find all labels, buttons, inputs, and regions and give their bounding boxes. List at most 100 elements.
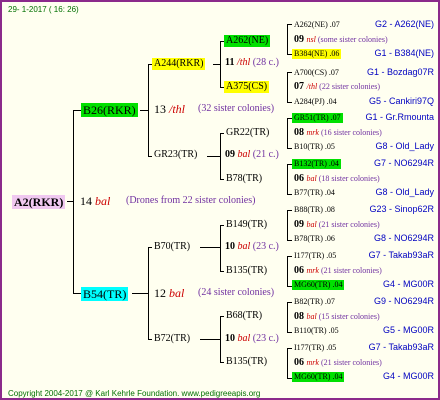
mf-gen: 10 bal (23 c.): [225, 242, 279, 252]
ff-connector: [220, 41, 221, 87]
root-note: (Drones from 22 sister colonies): [126, 195, 256, 206]
header-date: 29- 1-2017 ( 16: 26): [8, 5, 79, 14]
g4-queen[interactable]: B88(TR) .08: [292, 205, 337, 215]
fm-branch: [148, 156, 152, 157]
mf-gen-no: 10: [225, 241, 235, 252]
g4-queen[interactable]: I177(TR) .05: [292, 343, 338, 353]
g4-queen[interactable]: B132(TR) .04: [292, 159, 341, 169]
mf-note: (23 c.): [252, 241, 279, 252]
ff-note: (28 c.): [252, 57, 279, 68]
mother-gen-no: 12: [154, 286, 166, 300]
g4-note: (some sister colonies): [317, 35, 388, 44]
g4-mark: bal: [306, 174, 319, 183]
g4-bracket-8: [287, 348, 288, 378]
g4-note: (22 sister colonies): [319, 82, 381, 91]
father-gen-no: 13: [154, 102, 166, 116]
g3-b149[interactable]: B149(TR): [226, 220, 267, 230]
root-gen: 14 bal: [80, 195, 110, 207]
g3-a375[interactable]: A375(CS): [224, 81, 270, 93]
g4-summary: 09 nsl (some sister colonies): [294, 35, 388, 45]
g3-b135b[interactable]: B135(TR): [226, 357, 267, 367]
g3-b78[interactable]: B78(TR): [226, 174, 262, 184]
g4-mark: mrk: [306, 266, 321, 275]
fm-note: (21 c.): [252, 149, 279, 160]
b149-branch: [220, 225, 224, 226]
root-stub: [67, 201, 74, 202]
g4-origin: G23 - Sinop62R: [369, 204, 434, 214]
g4-queen[interactable]: MG60(TR) .04: [292, 280, 345, 290]
g4-origin: G8 - NO6294R: [373, 233, 434, 243]
g4-mark: /thl: [306, 82, 320, 91]
g4-mark: bal: [306, 220, 319, 229]
g3-gr22[interactable]: GR22(TR): [226, 128, 269, 138]
g3-b135a[interactable]: B135(TR): [226, 266, 267, 276]
g4-queen[interactable]: A700(CS) .07: [292, 68, 341, 78]
root-mark: bal: [95, 194, 111, 208]
g4-gen-no: 07: [294, 81, 307, 92]
g4-bracket-4: [287, 164, 288, 194]
mm-branch: [148, 339, 152, 340]
root-gen-no: 14: [80, 194, 92, 208]
father-queen[interactable]: B26(RKR): [81, 103, 138, 117]
g4-origin: G1 - Gr.Rmounta: [365, 112, 434, 122]
g4-gen-no: 08: [294, 127, 307, 138]
g4-gen-no: 09: [294, 34, 307, 45]
g4-gen-no: 06: [294, 357, 307, 368]
g4-note: (16 sister colonies): [320, 128, 382, 137]
g4-gen-no: 06: [294, 265, 307, 276]
ff-stub: [213, 64, 220, 65]
g4-origin: G4 - MG00R: [382, 371, 434, 381]
g4-gen-no: 08: [294, 311, 307, 322]
mf-branch: [148, 247, 152, 248]
g3-b68[interactable]: B68(TR): [226, 311, 262, 321]
father-note: (32 sister colonies): [198, 103, 275, 114]
g4-origin: G9 - NO6294R: [373, 296, 434, 306]
g4-bracket-5: [287, 210, 288, 240]
g4-origin: G8 - Old_Lady: [375, 187, 434, 197]
mother-gen: 12 bal: [154, 287, 184, 299]
mf-stub: [200, 247, 220, 248]
g4-mark: bal: [306, 312, 319, 321]
fm-connector: [220, 133, 221, 179]
g4-summary: 06 mrk (21 sister colonies): [294, 266, 382, 276]
g4-origin: G5 - MG00R: [382, 325, 434, 335]
g4-queen[interactable]: B78(TR) .06: [292, 234, 337, 244]
mother-mark: bal: [169, 286, 185, 300]
mother-queen[interactable]: B54(TR): [81, 287, 129, 301]
g4-summary: 06 bal (18 sister colonies): [294, 174, 380, 184]
mm-queen[interactable]: B72(TR): [154, 334, 190, 344]
g4-gen-no: 06: [294, 173, 307, 184]
mother-connector: [148, 247, 149, 339]
g4-summary: 07 /thl (22 sister colonies): [294, 82, 380, 92]
g4-origin: G2 - A262(NE): [374, 19, 434, 29]
g4-queen[interactable]: B10(TR) .05: [292, 142, 337, 152]
g4-origin: G7 - Takab93aR: [368, 250, 434, 260]
fm-queen[interactable]: GR23(TR): [154, 150, 197, 160]
g4-queen[interactable]: B384(NE) .06: [292, 49, 342, 59]
g4-queen[interactable]: B77(TR) .04: [292, 188, 337, 198]
g4-queen[interactable]: A262(NE) .07: [292, 20, 342, 30]
fm-mark: bal: [237, 149, 251, 160]
footer-copyright: Copyright 2004-2017 @ Karl Kehrle Founda…: [8, 389, 261, 398]
g4-note: (21 sister colonies): [320, 358, 382, 367]
g4-origin: G7 - Takab93aR: [368, 342, 434, 352]
root-queen[interactable]: A2(RKR): [12, 195, 66, 209]
ff-queen[interactable]: A244(RKR): [152, 58, 206, 70]
gr22-branch: [220, 133, 224, 134]
g4-queen[interactable]: I177(TR) .05: [292, 251, 338, 261]
g4-bracket-3: [287, 118, 288, 148]
g4-origin: G1 - B384(NE): [374, 48, 434, 58]
g4-mark: mrk: [306, 128, 321, 137]
g4-queen[interactable]: MG60(TR) .04: [292, 372, 345, 382]
mm-stub: [200, 339, 220, 340]
g4-queen[interactable]: GR51(TR) .07: [292, 113, 343, 123]
b135b-branch: [220, 362, 224, 363]
g4-queen[interactable]: B82(TR) .07: [292, 297, 337, 307]
mf-queen[interactable]: B70(TR): [154, 242, 190, 252]
b78-branch: [220, 179, 224, 180]
b135a-branch: [220, 271, 224, 272]
g3-a262[interactable]: A262(NE): [224, 35, 271, 47]
g4-bracket-2: [287, 72, 288, 102]
g4-queen[interactable]: A284(PJ) .04: [292, 97, 339, 107]
g4-queen[interactable]: B110(TR) .05: [292, 326, 341, 336]
